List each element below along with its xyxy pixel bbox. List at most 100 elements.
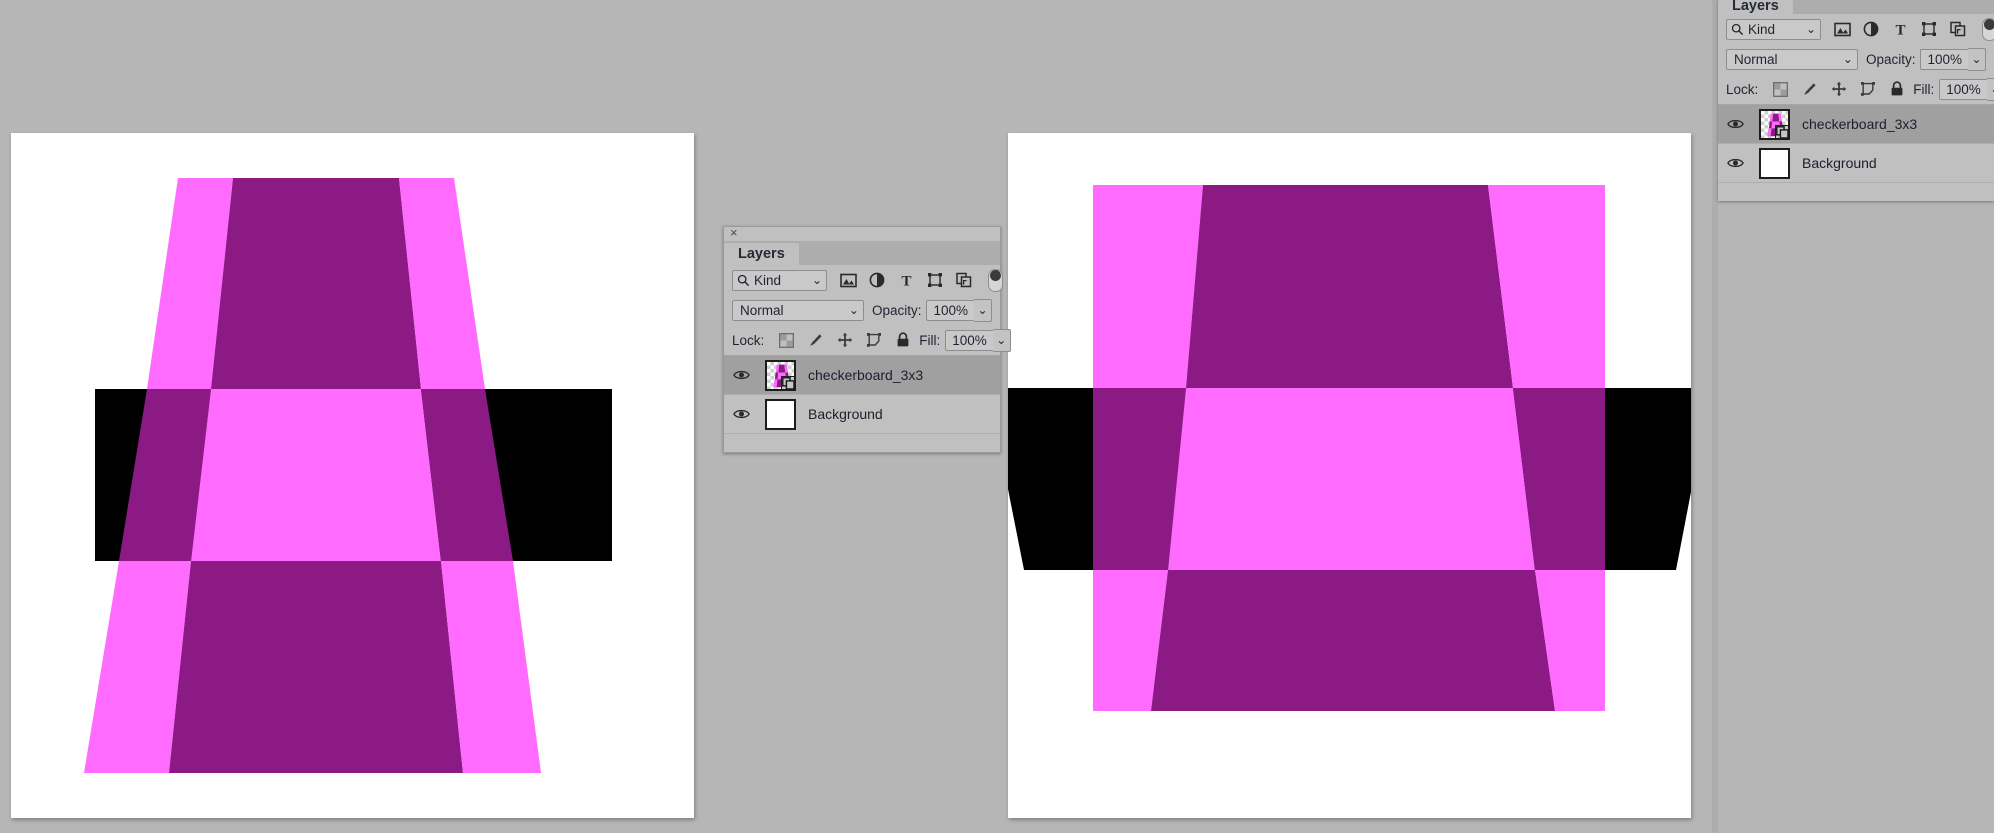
opacity-value[interactable]: 100% [1920,48,1968,70]
fill-control[interactable]: 100% ⌄ [1939,77,1994,101]
eye-icon [732,409,750,419]
layers-list-empty-area [1718,183,1994,201]
search-icon [737,274,750,286]
layers-panel-docked[interactable]: Layers Kind ⌄ T Normal ⌄ Opacity: 100% ⌄… [1718,0,1994,201]
svg-text:T: T [901,274,911,289]
chevron-down-icon[interactable]: ⌄ [1843,53,1853,65]
blend-mode-value: Normal [740,302,784,318]
filter-enable-toggle[interactable] [1982,17,1994,41]
layer-thumbnail [1758,108,1790,140]
layers-list: checkerboard_3x3 Background [1718,105,1994,201]
filter-row: Kind ⌄ T [1718,14,1994,44]
filter-enable-toggle[interactable] [988,268,1003,292]
pixel-layer-filter-icon[interactable] [839,271,857,289]
layer-visibility-toggle[interactable] [724,369,758,381]
lock-position-icon[interactable] [836,332,853,349]
lock-label: Lock: [1726,81,1759,97]
table-row[interactable]: Background [1718,144,1994,183]
filter-kind-label-wrap: Kind [737,273,781,288]
fill-stepper[interactable]: ⌄ [992,328,1011,352]
lock-fill-row: Lock: [724,325,1011,355]
filter-kind-label-wrap: Kind [1731,22,1775,37]
layer-thumbnail [1758,147,1790,179]
canvas-right[interactable] [1008,133,1691,818]
lock-artboard-nesting-icon[interactable] [865,332,882,349]
opacity-stepper[interactable]: ⌄ [1968,47,1986,71]
blend-mode-select[interactable]: Normal ⌄ [1726,48,1858,70]
table-row[interactable]: checkerboard_3x3 [1718,105,1994,144]
layer-thumbnail [764,398,796,430]
layer-name: Background [1802,155,1877,171]
layers-panel-body: Kind ⌄ T Normal ⌄ Opacity: 100% ⌄ Lock: … [724,265,1011,452]
artwork-right [1008,133,1691,818]
opacity-control[interactable]: 100% ⌄ [926,298,992,322]
tab-layers[interactable]: Layers [1718,0,1793,14]
chevron-down-icon[interactable]: ⌄ [812,274,822,286]
document-window-right[interactable] [1008,133,1691,818]
panel-tabbar: Layers [724,241,1000,265]
layer-thumbnail-cell[interactable] [1752,108,1796,140]
layer-thumbnail-cell[interactable] [758,359,802,391]
close-icon[interactable]: × [730,226,738,240]
fill-value[interactable]: 100% [1939,78,1987,100]
opacity-value[interactable]: 100% [926,299,974,321]
layer-visibility-toggle[interactable] [1718,118,1752,130]
lock-icons [778,332,911,349]
opacity-control[interactable]: 100% ⌄ [1920,47,1986,71]
shape-layer-filter-icon[interactable] [1920,20,1938,38]
filter-kind-value: Kind [754,272,782,288]
tabbar-filler [798,243,1000,265]
fill-control[interactable]: 100% ⌄ [945,328,1011,352]
lock-transparent-pixels-icon[interactable] [778,332,795,349]
table-row[interactable]: checkerboard_3x3 [724,356,1000,395]
canvas-left[interactable] [11,133,694,818]
tab-layers[interactable]: Layers [724,243,799,265]
smart-object-filter-icon[interactable] [955,271,973,289]
layer-name: checkerboard_3x3 [808,367,924,383]
opacity-label: Opacity: [871,302,922,318]
layer-name: Background [808,406,883,422]
layers-list-empty-area [724,434,1000,452]
type-filter-icons: T [1833,17,1994,41]
chevron-down-icon[interactable]: ⌄ [849,304,859,316]
layers-list: checkerboard_3x3 Background [724,356,1000,452]
document-window-left[interactable] [11,133,694,818]
chevron-down-icon[interactable]: ⌄ [1806,23,1816,35]
lock-fill-row: Lock: [1718,74,1994,104]
lock-all-icon[interactable] [894,332,911,349]
opacity-stepper[interactable]: ⌄ [974,298,992,322]
fill-label: Fill: [919,332,941,348]
layer-thumbnail-cell[interactable] [1752,147,1796,179]
blend-mode-select[interactable]: Normal ⌄ [732,299,864,321]
layer-thumbnail-cell[interactable] [758,398,802,430]
lock-transparent-pixels-icon[interactable] [1772,81,1789,98]
fill-value[interactable]: 100% [945,329,993,351]
search-icon [1731,23,1744,35]
adjustment-layer-filter-icon[interactable] [1862,20,1880,38]
lock-position-icon[interactable] [1830,81,1847,98]
blend-mode-value: Normal [1734,51,1778,67]
adjustment-layer-filter-icon[interactable] [868,271,886,289]
lock-all-icon[interactable] [1888,81,1905,98]
pixel-layer-filter-icon[interactable] [1833,20,1851,38]
table-row[interactable]: Background [724,395,1000,434]
lock-image-pixels-icon[interactable] [807,332,824,349]
lock-label: Lock: [732,332,765,348]
fill-stepper[interactable]: ⌄ [1986,77,1994,101]
layers-panel-floating[interactable]: × Layers Kind ⌄ T Normal ⌄ Opacity: 100%… [723,226,1011,453]
filter-row: Kind ⌄ T [724,265,1003,295]
fill-label: Fill: [1913,81,1935,97]
type-layer-filter-icon[interactable]: T [897,271,915,289]
shape-layer-filter-icon[interactable] [926,271,944,289]
filter-kind-select[interactable]: Kind ⌄ [1726,18,1821,40]
lock-image-pixels-icon[interactable] [1801,81,1818,98]
filter-kind-select[interactable]: Kind ⌄ [732,269,827,291]
lock-icons [1772,81,1905,98]
type-layer-filter-icon[interactable]: T [1891,20,1909,38]
layers-panel-body: Kind ⌄ T Normal ⌄ Opacity: 100% ⌄ Lock: … [1718,14,1994,201]
blend-opacity-row: Normal ⌄ Opacity: 100% ⌄ [724,295,1000,325]
layer-visibility-toggle[interactable] [724,408,758,420]
lock-artboard-nesting-icon[interactable] [1859,81,1876,98]
layer-visibility-toggle[interactable] [1718,157,1752,169]
smart-object-filter-icon[interactable] [1949,20,1967,38]
